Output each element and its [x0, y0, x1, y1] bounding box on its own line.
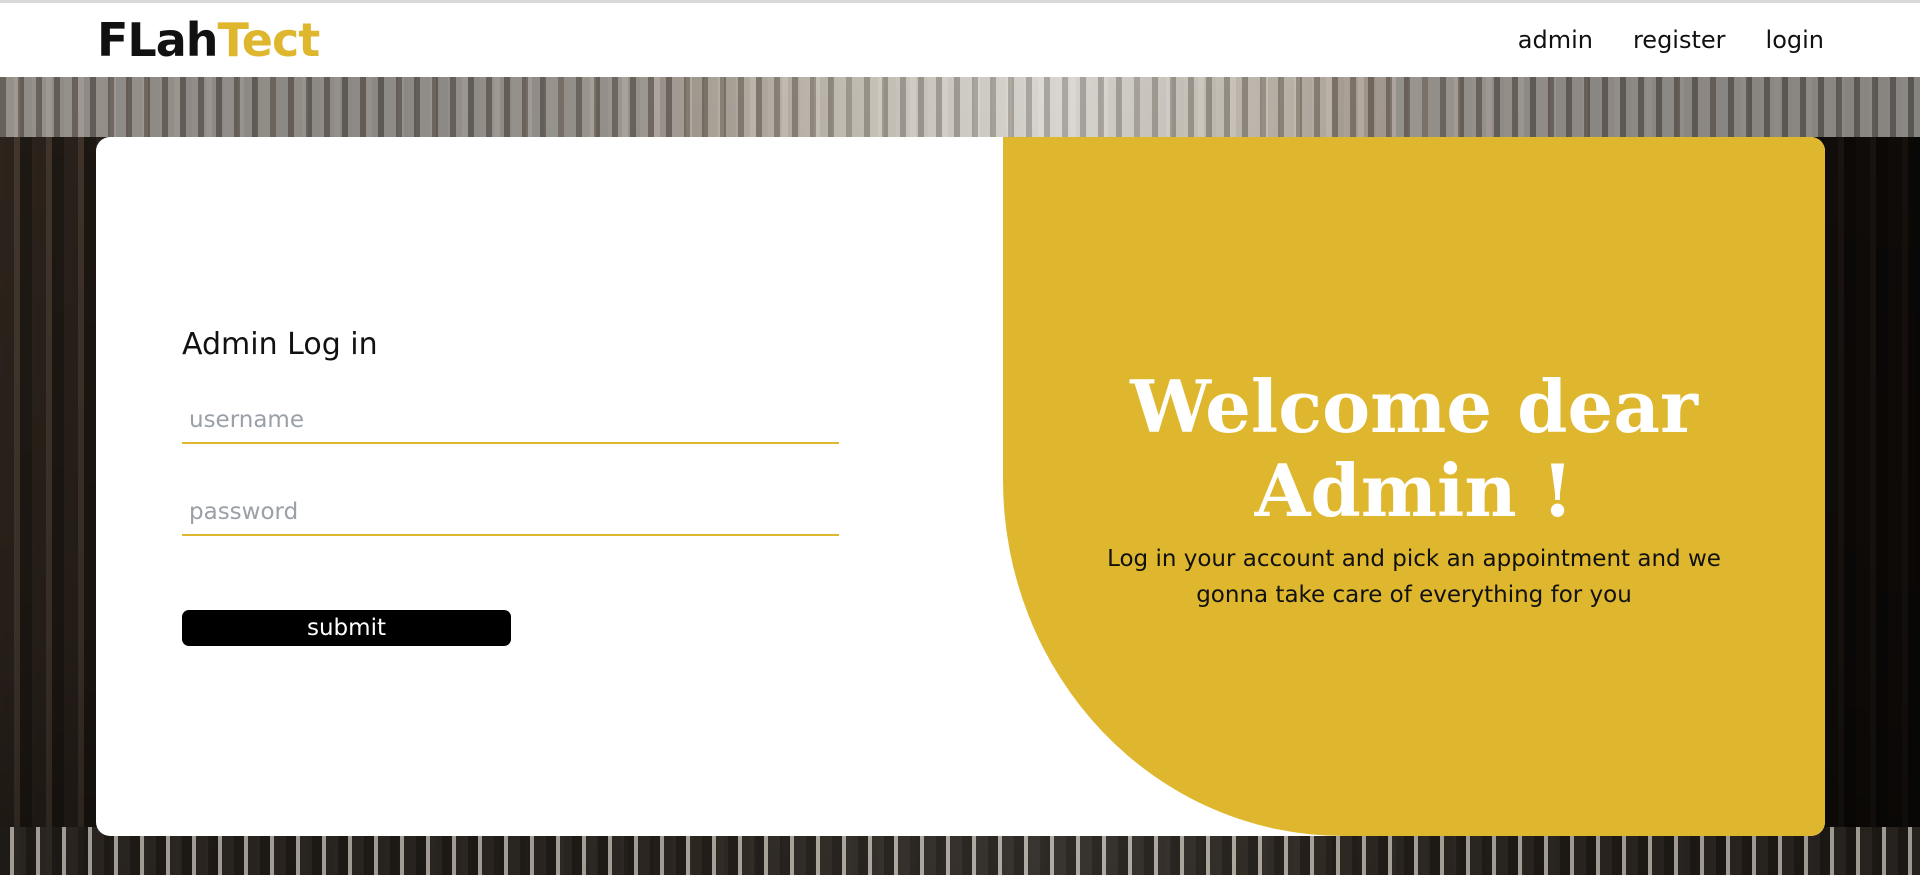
username-input[interactable]	[182, 398, 839, 444]
login-form-pane: Admin Log in submit	[96, 137, 1003, 836]
nav-links: admin register login	[1518, 25, 1824, 55]
submit-button[interactable]: submit	[182, 610, 511, 646]
form-title: Admin Log in	[182, 327, 378, 362]
welcome-text: Log in your account and pick an appointm…	[1107, 546, 1721, 608]
password-input[interactable]	[182, 490, 839, 536]
welcome-title: Welcome dear Admin !	[1130, 364, 1698, 533]
nav-link-register[interactable]: register	[1633, 25, 1726, 55]
nav-link-login[interactable]: login	[1766, 25, 1824, 55]
navbar: FLahTect admin register login	[0, 3, 1920, 77]
welcome-panel: Welcome dear Admin ! Log in your account…	[1003, 137, 1825, 836]
brand-logo[interactable]: FLahTect	[97, 13, 321, 67]
login-card: Admin Log in submit Welcome dear Admin !…	[96, 137, 1825, 836]
nav-link-admin[interactable]: admin	[1518, 25, 1593, 55]
brand-logo-part2: Tect	[217, 13, 321, 67]
brand-logo-part1: FLah	[97, 13, 219, 67]
